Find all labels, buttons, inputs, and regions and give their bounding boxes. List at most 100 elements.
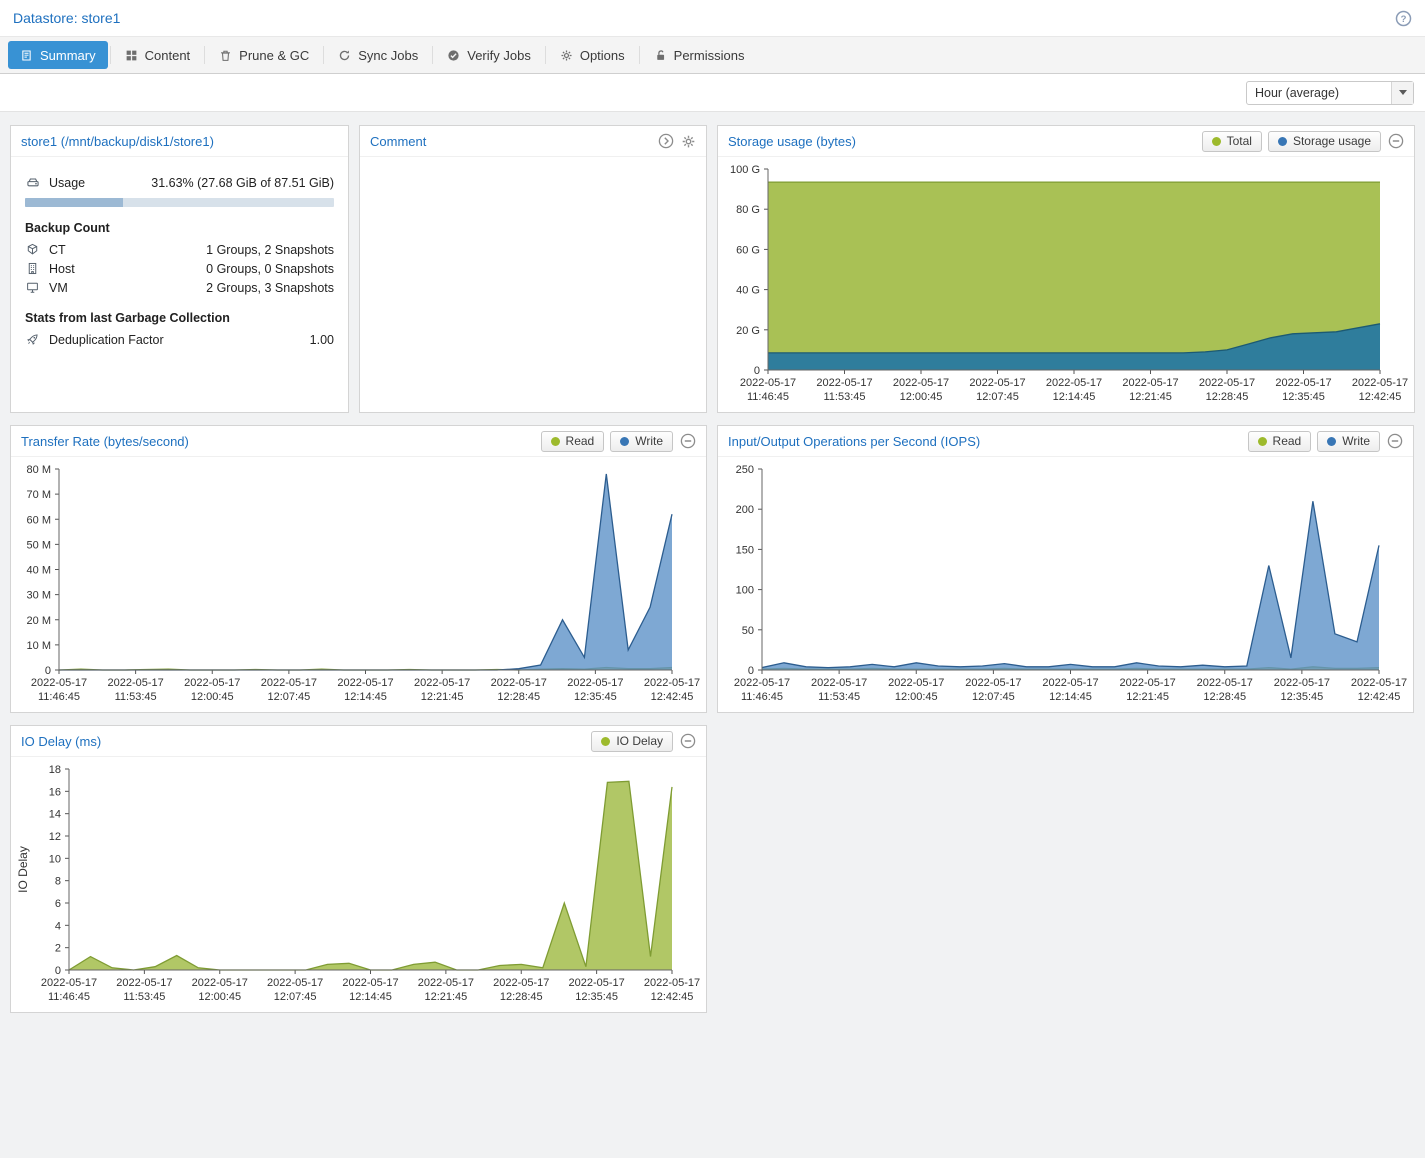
legend-label: IO Delay: [616, 734, 663, 748]
tab-label: Verify Jobs: [467, 48, 531, 63]
usage-label: Usage: [49, 176, 85, 190]
svg-text:12:28:45: 12:28:45: [1206, 391, 1249, 403]
svg-text:0: 0: [754, 365, 760, 377]
panel-title: store1 (/mnt/backup/disk1/store1): [21, 134, 214, 149]
svg-text:50 M: 50 M: [27, 539, 51, 551]
minus-circle-icon[interactable]: [1388, 133, 1404, 149]
svg-text:2: 2: [55, 943, 61, 955]
comment-panel: Comment: [359, 125, 707, 413]
legend-write[interactable]: Write: [1317, 431, 1380, 452]
tab-label: Content: [145, 48, 191, 63]
storage-usage-chart: 020 G40 G60 G80 G100 G2022-05-1711:46:45…: [718, 157, 1414, 412]
legend-total[interactable]: Total: [1202, 131, 1262, 152]
svg-text:2022-05-17: 2022-05-17: [116, 977, 172, 989]
tab-label: Prune & GC: [239, 48, 309, 63]
legend-read[interactable]: Read: [1248, 431, 1312, 452]
svg-text:2022-05-17: 2022-05-17: [888, 677, 944, 689]
cube-icon: [25, 243, 40, 256]
svg-text:2022-05-17: 2022-05-17: [267, 977, 323, 989]
tab-separator: [204, 46, 205, 64]
tab-sync-jobs[interactable]: Sync Jobs: [326, 41, 430, 69]
row-3: IO Delay (ms) IO Delay 02468101214161820…: [10, 725, 1415, 1013]
svg-text:12:00:45: 12:00:45: [900, 391, 943, 403]
chart-legend: Total Storage usage: [1202, 131, 1381, 152]
legend-io-delay[interactable]: IO Delay: [591, 731, 673, 752]
svg-text:12:35:45: 12:35:45: [575, 991, 618, 1003]
tab-permissions[interactable]: Permissions: [642, 41, 757, 69]
svg-text:12:35:45: 12:35:45: [574, 691, 617, 703]
svg-text:11:46:45: 11:46:45: [741, 691, 783, 703]
desktop-icon: [25, 281, 40, 294]
svg-text:2022-05-17: 2022-05-17: [1274, 677, 1330, 689]
legend-dot-icon: [1212, 137, 1221, 146]
minus-circle-icon[interactable]: [1387, 433, 1403, 449]
trash-icon: [219, 49, 232, 62]
tab-label: Sync Jobs: [358, 48, 418, 63]
tab-options[interactable]: Options: [548, 41, 637, 69]
gear-icon[interactable]: [681, 134, 696, 149]
usage-value: 31.63% (27.68 GiB of 87.51 GiB): [151, 176, 334, 190]
ct-label: CT: [49, 243, 66, 257]
chart-canvas: 010 M20 M30 M40 M50 M60 M70 M80 M2022-05…: [11, 457, 706, 712]
toolbar-row: Hour (average): [0, 74, 1425, 112]
svg-text:2022-05-17: 2022-05-17: [1352, 377, 1408, 389]
chevron-right-circle-icon[interactable]: [658, 133, 674, 149]
minus-circle-icon[interactable]: [680, 433, 696, 449]
svg-text:14: 14: [49, 809, 61, 821]
svg-text:12: 12: [49, 831, 61, 843]
svg-text:0: 0: [55, 965, 61, 977]
svg-text:60 G: 60 G: [736, 244, 760, 256]
svg-text:80 G: 80 G: [736, 204, 760, 216]
chart-legend: IO Delay: [591, 731, 673, 752]
svg-text:50: 50: [742, 625, 754, 637]
row-1: store1 (/mnt/backup/disk1/store1) Usage …: [10, 125, 1415, 413]
svg-text:2022-05-17: 2022-05-17: [1275, 377, 1331, 389]
svg-text:2022-05-17: 2022-05-17: [644, 977, 700, 989]
panel-title: IO Delay (ms): [21, 734, 101, 749]
tab-label: Summary: [40, 48, 96, 63]
legend-dot-icon: [1278, 137, 1287, 146]
tab-verify-jobs[interactable]: Verify Jobs: [435, 41, 543, 69]
svg-text:200: 200: [736, 504, 754, 516]
tab-prune-gc[interactable]: Prune & GC: [207, 41, 321, 69]
svg-text:2022-05-17: 2022-05-17: [1351, 677, 1407, 689]
content-area: store1 (/mnt/backup/disk1/store1) Usage …: [0, 112, 1425, 1158]
timeframe-value: Hour (average): [1247, 86, 1347, 100]
svg-text:4: 4: [55, 920, 61, 932]
svg-text:2022-05-17: 2022-05-17: [1119, 677, 1175, 689]
vm-value: 2 Groups, 3 Snapshots: [206, 281, 334, 295]
help-icon[interactable]: ?: [1395, 10, 1412, 27]
svg-text:40 M: 40 M: [27, 565, 51, 577]
legend-label: Read: [566, 434, 595, 448]
svg-text:2022-05-17: 2022-05-17: [414, 677, 470, 689]
legend-label: Write: [1342, 434, 1370, 448]
iops-panel: Input/Output Operations per Second (IOPS…: [717, 425, 1414, 713]
chart-canvas: 020 G40 G60 G80 G100 G2022-05-1711:46:45…: [718, 157, 1414, 412]
svg-text:2022-05-17: 2022-05-17: [1197, 677, 1253, 689]
vm-label: VM: [49, 281, 68, 295]
legend-storage-usage[interactable]: Storage usage: [1268, 131, 1381, 152]
caret-down-icon[interactable]: [1391, 82, 1413, 104]
svg-text:2022-05-17: 2022-05-17: [1046, 377, 1102, 389]
dedup-row: Deduplication Factor 1.00: [25, 330, 334, 349]
svg-text:70 M: 70 M: [27, 489, 51, 501]
svg-text:2022-05-17: 2022-05-17: [734, 677, 790, 689]
svg-text:11:53:45: 11:53:45: [123, 991, 165, 1003]
svg-text:20 G: 20 G: [736, 325, 760, 337]
tab-separator: [432, 46, 433, 64]
hdd-icon: [25, 176, 40, 190]
legend-read[interactable]: Read: [541, 431, 605, 452]
timeframe-select[interactable]: Hour (average): [1246, 81, 1414, 105]
tab-content[interactable]: Content: [113, 41, 203, 69]
legend-write[interactable]: Write: [610, 431, 673, 452]
svg-text:12:42:45: 12:42:45: [651, 991, 694, 1003]
minus-circle-icon[interactable]: [680, 733, 696, 749]
svg-text:12:07:45: 12:07:45: [976, 391, 1019, 403]
tab-summary[interactable]: Summary: [8, 41, 108, 69]
iops-chart: 0501001502002502022-05-1711:46:452022-05…: [718, 457, 1413, 712]
tab-bar: Summary Content Prune & GC Sync Jobs Ver…: [0, 36, 1425, 74]
svg-text:0: 0: [748, 665, 754, 677]
unlock-icon: [654, 49, 667, 62]
svg-text:150: 150: [736, 544, 754, 556]
tab-separator: [545, 46, 546, 64]
